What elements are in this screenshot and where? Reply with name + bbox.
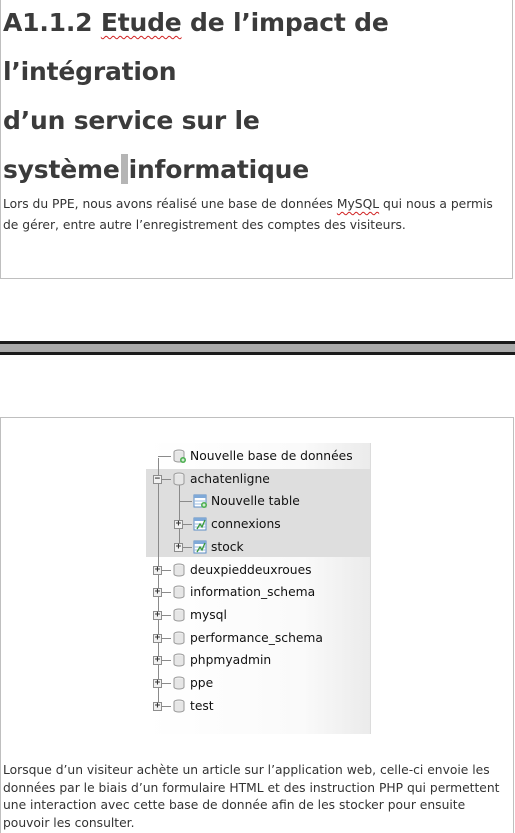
heading-text-3: système [3, 155, 120, 184]
tree-item-label[interactable]: achatenligne [190, 470, 270, 488]
tree-guide-line [158, 458, 159, 709]
expand-icon[interactable]: + [153, 656, 162, 666]
expand-icon[interactable]: + [153, 701, 162, 711]
tree-item-label[interactable]: Nouvelle table [211, 492, 300, 510]
heading-text-2: d’un service sur le [3, 106, 260, 135]
tree-item-label[interactable]: mysql [190, 606, 227, 624]
table-icon [193, 539, 207, 555]
new-database-icon [172, 448, 186, 464]
description-paragraph: Lorsque d’un visiteur achète un article … [3, 763, 500, 830]
database-icon [172, 607, 186, 623]
expand-icon[interactable]: + [153, 565, 162, 575]
document-page-bottom: Nouvelle base de données − achatenligne Nou… [0, 417, 514, 833]
tree-item-label[interactable]: stock [211, 538, 244, 556]
tree-item-label[interactable]: Nouvelle base de données [190, 447, 353, 465]
expand-icon[interactable]: + [153, 679, 162, 688]
new-table-icon [193, 493, 207, 509]
database-tree-screenshot: Nouvelle base de données − achatenligne Nou… [146, 443, 371, 734]
expand-icon[interactable]: + [153, 588, 162, 598]
tree-item-label[interactable]: performance_schema [190, 629, 323, 647]
expand-icon[interactable]: + [153, 610, 162, 620]
heading-text-4: informatique [128, 155, 310, 184]
page-separator [0, 341, 515, 355]
database-icon [172, 471, 186, 487]
tree-item-label[interactable]: test [190, 697, 214, 715]
table-icon [193, 516, 207, 532]
tree-item-label[interactable]: phpmyadmin [190, 651, 271, 669]
expand-icon[interactable]: + [174, 520, 183, 530]
tree-branch-line [158, 456, 171, 457]
database-icon [172, 675, 186, 691]
expand-icon[interactable]: + [153, 633, 162, 643]
database-icon [172, 630, 186, 646]
expand-icon[interactable]: + [174, 542, 183, 552]
heading-number: A1.1.2 [3, 8, 93, 37]
database-icon [172, 584, 186, 600]
tree-guide-line-nested [179, 481, 180, 550]
document-page-top: A1.1.2 Etude de l’impact de l’intégratio… [0, 0, 513, 279]
database-icon [172, 652, 186, 668]
database-icon [172, 698, 186, 714]
text-cursor [120, 154, 128, 184]
heading-word-spellchecked: Etude [100, 8, 182, 37]
section-heading: A1.1.2 Etude de l’impact de l’intégratio… [1, 0, 512, 194]
tree-branch-line [179, 501, 192, 503]
tree-item-label[interactable]: connexions [211, 515, 281, 533]
database-icon [172, 562, 186, 578]
tree-item-label[interactable]: deuxpieddeuxroues [190, 561, 312, 579]
tree-item-label[interactable]: information_schema [190, 583, 315, 601]
tree-item-label[interactable]: ppe [190, 674, 213, 692]
collapse-icon[interactable]: − [153, 474, 162, 484]
intro-mysql-spellchecked: MySQL [336, 197, 380, 211]
intro-paragraph: Lors du PPE, nous avons réalisé une base… [1, 194, 512, 236]
intro-text-1: Lors du PPE, nous avons réalisé une base… [3, 197, 333, 211]
